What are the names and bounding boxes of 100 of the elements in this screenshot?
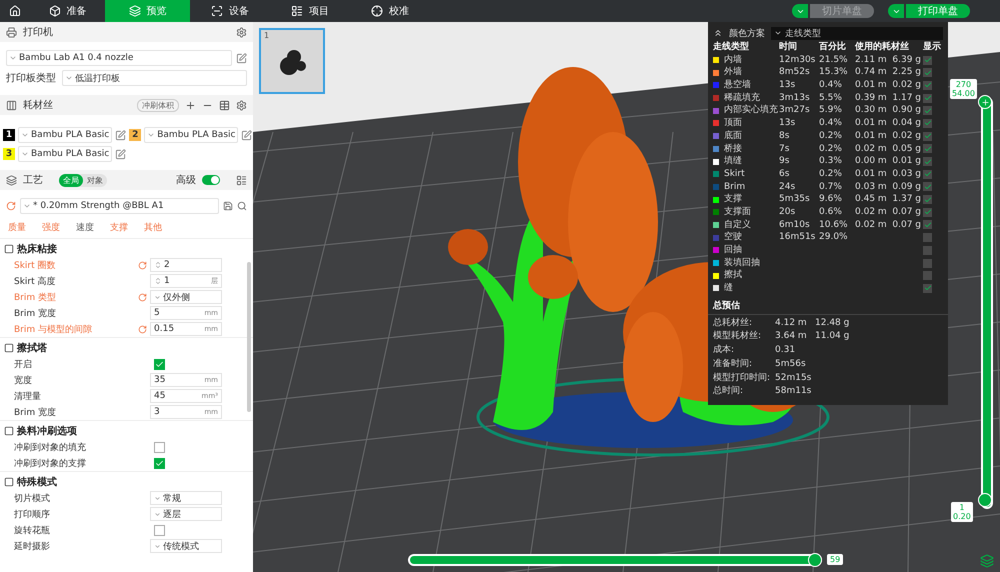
checkbox[interactable] [154, 458, 165, 468]
select-field[interactable]: 传统模式 [150, 539, 222, 553]
dropdown-button[interactable] [888, 4, 904, 18]
chevron-down-icon [21, 131, 29, 139]
table-cell: 擦拭 [724, 269, 742, 282]
table-cell-text: 8s [779, 130, 790, 142]
checkbox[interactable] [923, 132, 932, 141]
summary-label: 准备时间: [713, 358, 754, 370]
process-dropdown[interactable]: * 0.20mm Strength @BBL A1 [20, 198, 219, 214]
filament-color-swatch[interactable]: 3 [3, 148, 15, 160]
checkbox[interactable] [923, 157, 932, 166]
printer-dropdown[interactable]: Bambu Lab A1 0.4 nozzle [6, 50, 232, 66]
column-header: 使用的耗材丝 [855, 41, 910, 54]
table-cell-text: 0.3% [819, 155, 843, 168]
checkbox[interactable] [923, 182, 932, 192]
advanced-switch[interactable] [202, 175, 220, 185]
setting-label: Skirt 高度 [14, 276, 57, 288]
filament-dropdown[interactable]: Bambu PLA Basic [144, 127, 238, 143]
layer-number: 270 [956, 80, 972, 89]
table-cell: 悬空墙 [724, 79, 751, 92]
chevron-down-icon [65, 74, 73, 82]
table-cell: Brim [724, 180, 746, 194]
table-cell-text: 0.30 m 0.90 g [855, 104, 922, 118]
table-cell-text: 15.3% [819, 66, 849, 80]
checkbox[interactable] [923, 80, 932, 90]
advanced-label: 高级 [176, 174, 196, 187]
edit-icon[interactable] [115, 148, 126, 160]
summary-value: 4.12 m [775, 316, 808, 330]
table-cell-text: 2.11 m 6.39 g [855, 54, 922, 66]
table-cell-text: 10.6% [819, 218, 849, 232]
select-field[interactable]: 仅外侧 [150, 290, 222, 304]
settings-tab[interactable]: 速度 [76, 221, 94, 234]
checkbox[interactable] [923, 233, 932, 242]
checkbox[interactable] [923, 195, 932, 204]
setting-label: 开启 [14, 358, 33, 370]
nav-tab[interactable]: 校准 [350, 0, 430, 22]
input-field[interactable]: 2 [150, 258, 222, 272]
checkbox[interactable] [154, 442, 165, 452]
move-slider-label: 59 [827, 554, 844, 565]
checkbox[interactable] [154, 358, 165, 370]
reset-icon[interactable] [138, 324, 147, 334]
reset-icon[interactable] [138, 292, 147, 302]
nav-tab[interactable]: 设备 [190, 0, 270, 22]
table-cell: 支撑 [724, 193, 742, 206]
checkbox[interactable] [154, 524, 165, 536]
edit-icon[interactable] [241, 130, 252, 140]
add-icon[interactable] [185, 100, 196, 110]
checkbox[interactable] [923, 118, 932, 128]
list-icon[interactable] [236, 174, 247, 186]
scrollbar[interactable] [247, 262, 251, 412]
checkbox[interactable] [923, 170, 932, 179]
checkbox[interactable] [923, 284, 932, 293]
scope-toggle[interactable]: 对象 [83, 174, 107, 186]
edit-icon[interactable] [115, 130, 126, 140]
color-scheme-dropdown[interactable]: 走线类型 [771, 26, 943, 40]
settings-icon[interactable] [236, 26, 247, 38]
settings-icon[interactable] [236, 100, 247, 110]
select-field[interactable]: 常规 [150, 491, 222, 505]
table-cell-text: 0.02 m 0.07 g [855, 206, 922, 219]
filament-color-swatch[interactable]: 1 [3, 129, 15, 141]
check-icon [924, 284, 932, 292]
table-cell-text: 0.01 m 0.03 g [855, 168, 922, 181]
summary-value: 52m15s [775, 372, 812, 384]
checkbox[interactable] [923, 271, 932, 280]
flush-volume-button[interactable]: 冲刷体积 [137, 98, 179, 112]
edit-icon[interactable] [236, 52, 247, 64]
plate-thumbnail[interactable]: 1 [259, 28, 325, 94]
filament-dropdown[interactable]: Bambu PLA Basic [18, 127, 112, 143]
dropdown-button[interactable] [792, 4, 808, 18]
checkbox[interactable] [923, 68, 932, 78]
filament-dropdown[interactable]: Bambu PLA Basic [18, 146, 112, 162]
layers-icon[interactable] [980, 554, 994, 568]
checkbox[interactable] [923, 246, 932, 255]
table-cell: 缝 [724, 282, 733, 295]
checkbox[interactable] [923, 220, 932, 230]
select-field[interactable]: 逐层 [150, 507, 222, 521]
checkbox[interactable] [923, 106, 932, 116]
checkbox[interactable] [923, 258, 932, 268]
chevron-down-icon [154, 294, 161, 300]
nav-tab[interactable]: 准备 [30, 0, 105, 22]
slider-handle[interactable] [978, 493, 992, 507]
column-header: 显示 [923, 41, 942, 54]
collapse-icon[interactable] [713, 28, 723, 38]
table-cell: 填缝 [724, 155, 742, 168]
table-cell-text: 0.4% [819, 79, 843, 92]
save-icon[interactable] [223, 201, 233, 211]
reset-icon[interactable] [138, 260, 147, 270]
setting-label: 打印顺序 [14, 508, 51, 520]
column-header: 走线类型 [713, 41, 750, 54]
table-icon[interactable] [219, 100, 230, 110]
search-icon[interactable] [237, 201, 247, 211]
checkbox[interactable] [923, 144, 932, 154]
checkbox[interactable] [923, 208, 932, 217]
checkbox[interactable] [923, 94, 932, 103]
chevron-down-icon [154, 494, 161, 502]
filament-color-swatch[interactable]: 2 [129, 129, 142, 141]
reset-icon[interactable] [6, 201, 16, 211]
checkbox[interactable] [923, 56, 932, 65]
plate-dropdown[interactable]: 低温打印板 [62, 70, 247, 86]
nav-tab[interactable]: 项目 [270, 0, 350, 22]
